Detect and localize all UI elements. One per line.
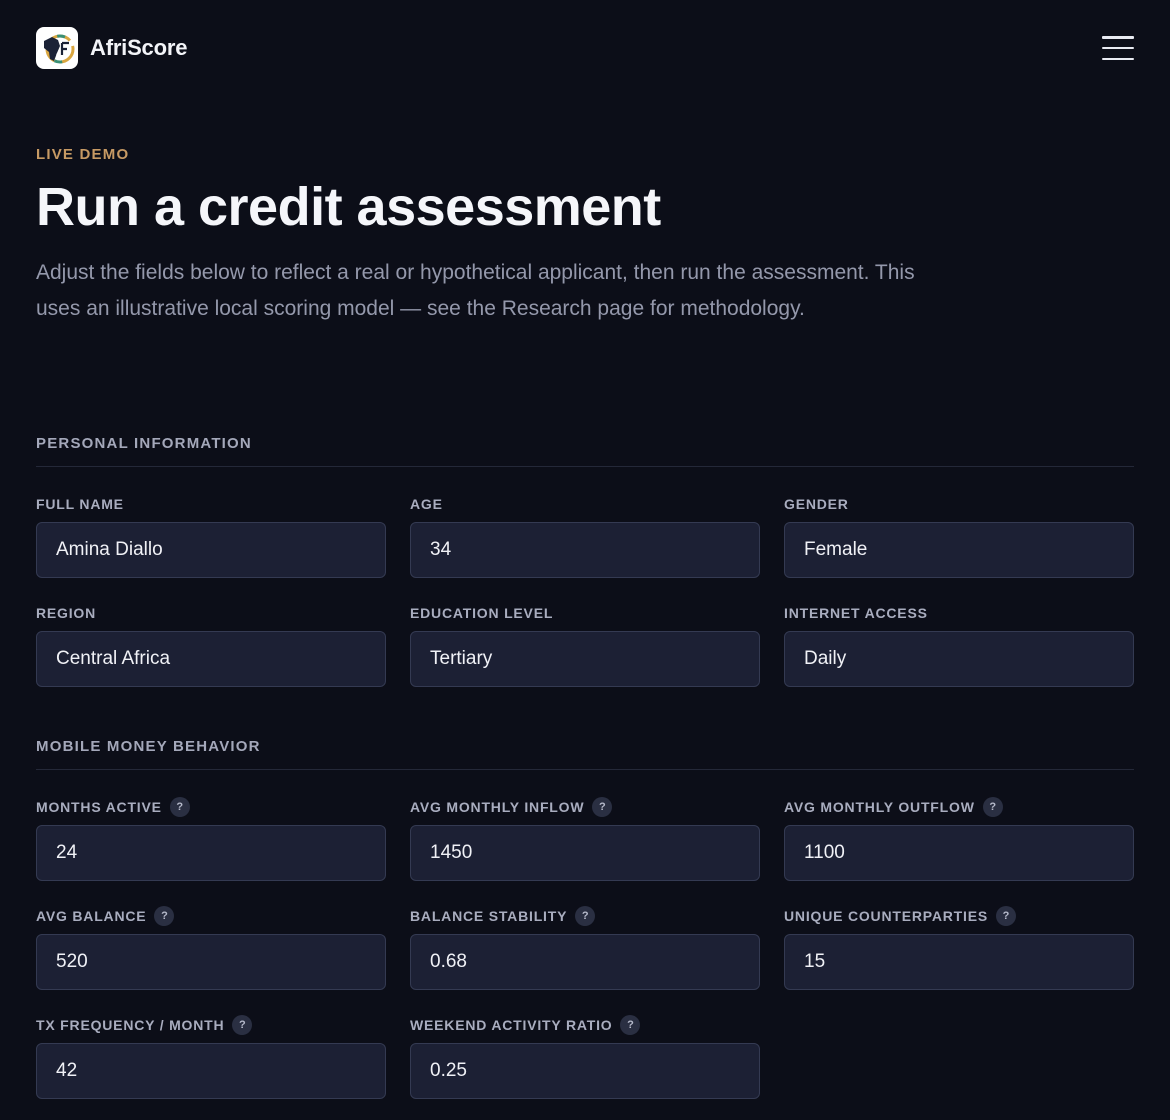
field-label: INTERNET ACCESS — [784, 604, 1134, 622]
full-name-field: FULL NAME Amina Diallo — [36, 467, 386, 578]
field-label: AVG MONTHLY OUTFLOW? — [784, 797, 1134, 817]
months-active-input[interactable]: 24 — [36, 825, 386, 881]
afriscore-logo-icon — [36, 27, 78, 69]
unique-counterparties-input[interactable]: 15 — [784, 934, 1134, 990]
field-label-text: AVG BALANCE — [36, 908, 147, 924]
field-label: AGE — [410, 495, 760, 513]
page-title: Run a credit assessment — [36, 177, 661, 237]
avg-balance-field: AVG BALANCE? 520 — [36, 879, 386, 990]
field-label: FULL NAME — [36, 495, 386, 513]
field-label-text: REGION — [36, 605, 97, 621]
section-title: PERSONAL INFORMATION — [36, 435, 1134, 467]
brand-name: AfriScore — [90, 35, 188, 60]
field-label: MONTHS ACTIVE? — [36, 797, 386, 817]
top-bar: AfriScore — [36, 27, 1134, 69]
field-label-text: UNIQUE COUNTERPARTIES — [784, 908, 988, 924]
field-label: EDUCATION LEVEL — [410, 604, 760, 622]
tx-frequency-field: TX FREQUENCY / MONTH? 42 — [36, 988, 386, 1099]
age-input[interactable]: 34 — [410, 522, 760, 578]
internet-access-select[interactable]: Daily — [784, 631, 1134, 687]
help-icon[interactable]: ? — [620, 1015, 641, 1035]
avg-monthly-inflow-field: AVG MONTHLY INFLOW? 1450 — [410, 770, 760, 881]
field-label-text: AVG MONTHLY OUTFLOW — [784, 799, 975, 815]
field-label-text: TX FREQUENCY / MONTH — [36, 1017, 225, 1033]
region-select[interactable]: Central Africa — [36, 631, 386, 687]
avg-balance-input[interactable]: 520 — [36, 934, 386, 990]
help-icon[interactable]: ? — [592, 797, 613, 817]
field-label-text: AVG MONTHLY INFLOW — [410, 799, 585, 815]
full-name-input[interactable]: Amina Diallo — [36, 522, 386, 578]
field-label-text: AGE — [410, 496, 443, 512]
help-icon[interactable]: ? — [232, 1015, 253, 1035]
field-label: WEEKEND ACTIVITY RATIO? — [410, 1015, 760, 1035]
field-label: TX FREQUENCY / MONTH? — [36, 1015, 386, 1035]
mobile-money-behavior-section: MOBILE MONEY BEHAVIOR MONTHS ACTIVE? 24 … — [36, 738, 1134, 1099]
hamburger-menu-icon[interactable] — [1102, 36, 1134, 60]
menu-line — [1102, 36, 1134, 39]
menu-line — [1102, 57, 1134, 60]
age-field: AGE 34 — [410, 467, 760, 578]
region-field: REGION Central Africa — [36, 576, 386, 687]
help-icon[interactable]: ? — [154, 906, 175, 926]
field-label-text: GENDER — [784, 496, 849, 512]
menu-line — [1102, 46, 1134, 50]
field-label: GENDER — [784, 495, 1134, 513]
gender-field: GENDER Female — [784, 467, 1134, 578]
field-label-text: EDUCATION LEVEL — [410, 605, 554, 621]
field-label: UNIQUE COUNTERPARTIES? — [784, 906, 1134, 926]
help-icon[interactable]: ? — [169, 797, 190, 817]
unique-counterparties-field: UNIQUE COUNTERPARTIES? 15 — [784, 879, 1134, 990]
help-icon[interactable]: ? — [982, 797, 1003, 817]
section-title: MOBILE MONEY BEHAVIOR — [36, 738, 1134, 770]
gender-select[interactable]: Female — [784, 522, 1134, 578]
field-label-text: FULL NAME — [36, 496, 124, 512]
help-icon[interactable]: ? — [575, 906, 596, 926]
field-label-text: MONTHS ACTIVE — [36, 799, 162, 815]
education-level-field: EDUCATION LEVEL Tertiary — [410, 576, 760, 687]
field-label: BALANCE STABILITY? — [410, 906, 760, 926]
field-label: AVG MONTHLY INFLOW? — [410, 797, 760, 817]
field-label: AVG BALANCE? — [36, 906, 386, 926]
avg-monthly-inflow-input[interactable]: 1450 — [410, 825, 760, 881]
field-label-text: BALANCE STABILITY — [410, 908, 568, 924]
personal-information-section: PERSONAL INFORMATION FULL NAME Amina Dia… — [36, 435, 1134, 687]
hero: LIVE DEMO Run a credit assessment Adjust… — [36, 146, 936, 327]
internet-access-field: INTERNET ACCESS Daily — [784, 576, 1134, 687]
weekend-activity-ratio-input[interactable]: 0.25 — [410, 1043, 760, 1099]
avg-monthly-outflow-field: AVG MONTHLY OUTFLOW? 1100 — [784, 770, 1134, 881]
balance-stability-input[interactable]: 0.68 — [410, 934, 760, 990]
help-icon[interactable]: ? — [996, 906, 1016, 926]
months-active-field: MONTHS ACTIVE? 24 — [36, 770, 386, 881]
field-label: REGION — [36, 604, 386, 622]
field-label-text: INTERNET ACCESS — [784, 605, 928, 621]
weekend-activity-ratio-field: WEEKEND ACTIVITY RATIO? 0.25 — [410, 988, 760, 1099]
avg-monthly-outflow-input[interactable]: 1100 — [784, 825, 1134, 881]
field-label-text: WEEKEND ACTIVITY RATIO — [410, 1017, 613, 1033]
education-level-select[interactable]: Tertiary — [410, 631, 760, 687]
eyebrow-label: LIVE DEMO — [36, 146, 130, 163]
tx-frequency-input[interactable]: 42 — [36, 1043, 386, 1099]
brand[interactable]: AfriScore — [36, 27, 187, 69]
balance-stability-field: BALANCE STABILITY? 0.68 — [410, 879, 760, 990]
page-description: Adjust the fields below to reflect a rea… — [36, 261, 915, 321]
